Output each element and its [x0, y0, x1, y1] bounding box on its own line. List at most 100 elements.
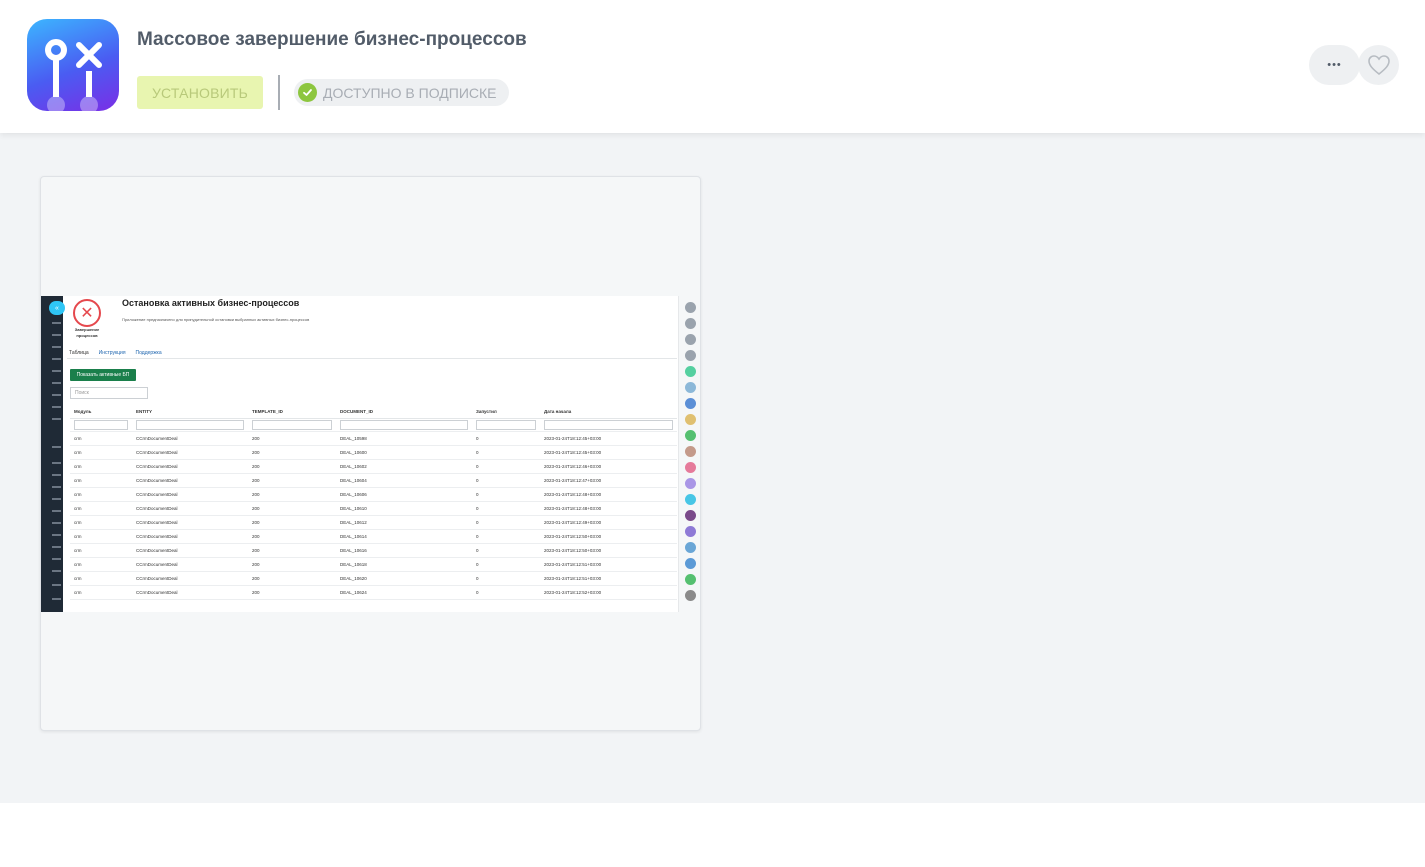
mini-filter-row: [70, 418, 677, 432]
table-cell: crm: [70, 487, 132, 502]
mini-avatar-icon: [685, 414, 696, 425]
table-row: crm CCrmDocumentDeal 200 DEAL_10610 0 2023-01…: [70, 501, 677, 516]
table-cell: CCrmDocumentDeal: [132, 445, 248, 460]
table-cell: DEAL_10618: [336, 557, 472, 572]
table-cell: 200: [248, 445, 336, 460]
table-cell: CCrmDocumentDeal: [132, 571, 248, 586]
table-cell: CCrmDocumentDeal: [132, 501, 248, 516]
table-cell: 2023-01-24T18:12:50+03:00: [540, 543, 677, 558]
mini-table-header: Модуль ENTITY TEMPLATE_ID DOCUMENT_ID За…: [70, 406, 677, 419]
app-logo-icon: [27, 19, 119, 111]
mini-show-active-button: Показать активные БП: [70, 369, 136, 381]
table-cell: CCrmDocumentDeal: [132, 529, 248, 544]
table-cell: 0: [472, 571, 540, 586]
mini-logo-label: Завершение процессов: [74, 327, 100, 338]
table-cell: crm: [70, 501, 132, 516]
mini-avatar-icon: [685, 542, 696, 553]
mini-avatar-icon: [685, 318, 696, 329]
app-header: Массовое завершение бизнес-процессов Уст…: [0, 0, 1425, 133]
table-cell: CCrmDocumentDeal: [132, 515, 248, 530]
table-cell: 0: [472, 501, 540, 516]
table-cell: DEAL_10610: [336, 501, 472, 516]
table-cell: 200: [248, 571, 336, 586]
table-cell: 2023-01-24T18:12:51+03:00: [540, 557, 677, 572]
table-cell: 0: [472, 515, 540, 530]
table-cell: 2023-01-24T18:12:52+03:00: [540, 585, 677, 600]
table-cell: 2023-01-24T18:12:45+03:00: [540, 445, 677, 460]
more-icon: •••: [1327, 59, 1342, 71]
table-cell: DEAL_10616: [336, 543, 472, 558]
table-cell: CCrmDocumentDeal: [132, 431, 248, 446]
header-divider: [278, 75, 280, 110]
table-cell: 2023-01-24T18:12:47+03:00: [540, 473, 677, 488]
table-cell: CCrmDocumentDeal: [132, 585, 248, 600]
mini-tab-support: Поддержка: [135, 350, 162, 356]
table-cell: DEAL_10604: [336, 473, 472, 488]
table-row: crm CCrmDocumentDeal 200 DEAL_10600 0 2023-01…: [70, 445, 677, 460]
mini-tab-divider: [67, 358, 677, 359]
mini-avatar-icon: [685, 446, 696, 457]
more-options-button[interactable]: •••: [1309, 45, 1360, 85]
mini-col-start-date: Дата начала: [540, 406, 677, 419]
mini-avatar-icon: [685, 366, 696, 377]
table-cell: 2023-01-24T18:12:48+03:00: [540, 487, 677, 502]
mini-avatar-icon: [685, 382, 696, 393]
table-cell: CCrmDocumentDeal: [132, 473, 248, 488]
mini-avatar-icon: [685, 398, 696, 409]
mini-col-started-by: Запустил: [472, 406, 540, 419]
table-cell: crm: [70, 445, 132, 460]
table-row: crm CCrmDocumentDeal 200 DEAL_10614 0 2023-01…: [70, 529, 677, 544]
table-cell: 0: [472, 585, 540, 600]
table-cell: 200: [248, 515, 336, 530]
table-cell: crm: [70, 431, 132, 446]
table-cell: 200: [248, 585, 336, 600]
table-cell: 2023-01-24T18:12:45+03:00: [540, 431, 677, 446]
mini-page-title: Остановка активных бизнес-процессов: [122, 298, 300, 308]
install-button[interactable]: Установить: [137, 76, 263, 109]
mini-page-description: Приложение предназначено для принудитель…: [122, 317, 310, 322]
heart-icon: [1367, 55, 1390, 76]
screenshot-card[interactable]: « ✕ Завершение процессов Остановка актив…: [40, 176, 701, 731]
mini-avatar-icon: [685, 462, 696, 473]
mini-avatar-icon: [685, 430, 696, 441]
table-cell: 0: [472, 431, 540, 446]
app-title: Массовое завершение бизнес-процессов: [137, 29, 527, 50]
mini-col-template: TEMPLATE_ID: [248, 406, 336, 419]
table-cell: 200: [248, 543, 336, 558]
table-cell: 0: [472, 487, 540, 502]
table-cell: CCrmDocumentDeal: [132, 543, 248, 558]
table-row: crm CCrmDocumentDeal 200 DEAL_10616 0 2023-01…: [70, 543, 677, 558]
mini-col-document: DOCUMENT_ID: [336, 406, 472, 419]
table-cell: 0: [472, 543, 540, 558]
table-cell: 200: [248, 557, 336, 572]
table-cell: 200: [248, 431, 336, 446]
mini-right-panel: [678, 296, 700, 612]
table-cell: crm: [70, 459, 132, 474]
table-cell: crm: [70, 571, 132, 586]
table-cell: 200: [248, 529, 336, 544]
table-cell: 2023-01-24T18:12:49+03:00: [540, 515, 677, 530]
table-cell: DEAL_10620: [336, 571, 472, 586]
mini-avatar-icon: [685, 510, 696, 521]
table-cell: CCrmDocumentDeal: [132, 557, 248, 572]
mini-col-module: Модуль: [70, 406, 132, 419]
mini-avatar-icon: [685, 558, 696, 569]
table-cell: DEAL_10606: [336, 487, 472, 502]
table-cell: 200: [248, 501, 336, 516]
table-row: crm CCrmDocumentDeal 200 DEAL_10598 0 2023-01…: [70, 431, 677, 446]
table-row: crm CCrmDocumentDeal 200 DEAL_10604 0 2023-01…: [70, 473, 677, 488]
table-cell: 0: [472, 459, 540, 474]
table-row: crm CCrmDocumentDeal 200 DEAL_10618 0 2023-01…: [70, 557, 677, 572]
mini-avatar-icon: [685, 526, 696, 537]
mini-sidebar: «: [41, 296, 65, 612]
table-cell: 2023-01-24T18:12:51+03:00: [540, 571, 677, 586]
subscription-badge: Доступно в подписке: [294, 79, 509, 106]
table-cell: CCrmDocumentDeal: [132, 459, 248, 474]
table-cell: DEAL_10612: [336, 515, 472, 530]
mini-search-input: Поиск: [70, 387, 148, 399]
table-cell: 200: [248, 487, 336, 502]
stop-process-icon: ✕: [73, 299, 101, 327]
table-row: crm CCrmDocumentDeal 200 DEAL_10602 0 2023-01…: [70, 459, 677, 474]
favorite-button[interactable]: [1358, 45, 1399, 85]
table-cell: DEAL_10598: [336, 431, 472, 446]
